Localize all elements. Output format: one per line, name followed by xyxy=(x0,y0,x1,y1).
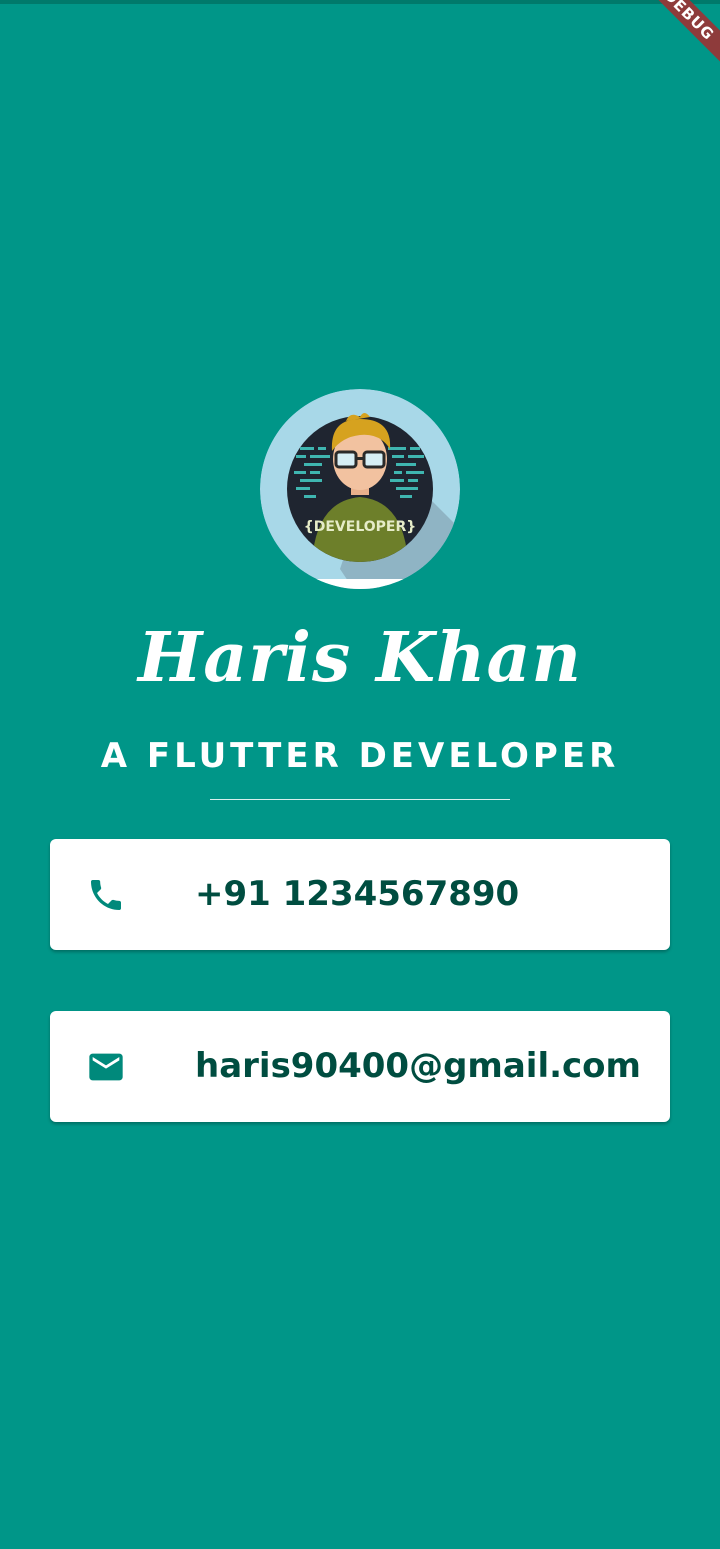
phone-card[interactable]: +91 1234567890 xyxy=(50,839,670,950)
email-card[interactable]: haris90400@gmail.com xyxy=(50,1011,670,1122)
email-address: haris90400@gmail.com xyxy=(195,1046,641,1086)
debug-banner: DEBUG xyxy=(640,0,720,80)
avatar: {DEVELOPER} xyxy=(260,389,460,589)
debug-banner-label: DEBUG xyxy=(640,0,720,69)
avatar-badge-text: {DEVELOPER} xyxy=(304,519,416,535)
profile-title: A FLUTTER DEVELOPER xyxy=(100,736,620,776)
developer-avatar-icon: {DEVELOPER} xyxy=(260,389,460,589)
mail-icon xyxy=(86,1047,126,1087)
phone-icon xyxy=(86,875,126,915)
divider xyxy=(210,799,510,800)
top-status-strip xyxy=(0,0,720,4)
phone-number: +91 1234567890 xyxy=(195,874,520,914)
profile-name: Haris Khan xyxy=(138,618,582,698)
